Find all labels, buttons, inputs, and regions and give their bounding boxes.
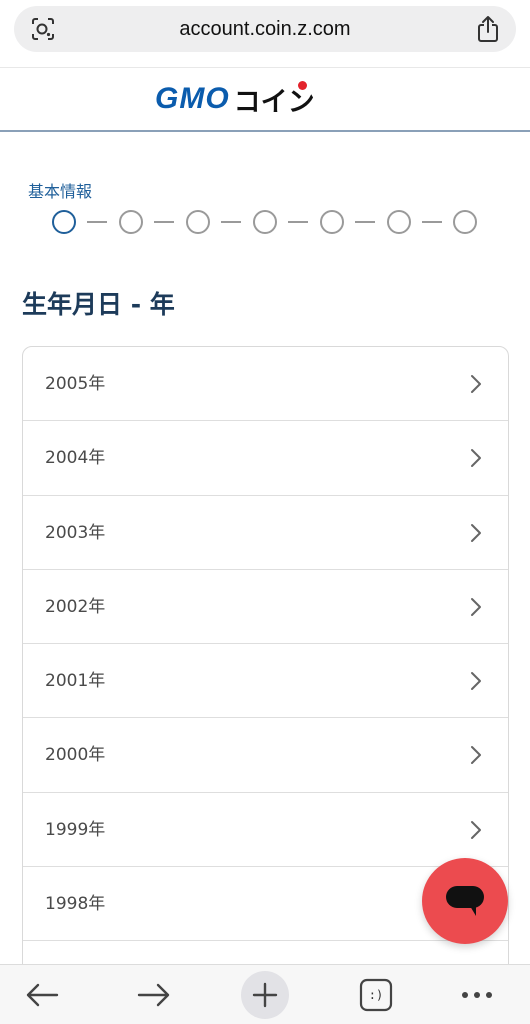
- chevron-right-icon: [471, 523, 481, 542]
- step-6-indicator: [387, 210, 411, 234]
- step-connector: [87, 221, 107, 223]
- step-1-indicator: [52, 210, 76, 234]
- chevron-right-icon: [471, 746, 481, 765]
- site-header: GMO コイン: [0, 68, 530, 132]
- year-label: 2004年: [45, 448, 106, 469]
- plus-icon: [252, 982, 278, 1008]
- chat-button[interactable]: [422, 858, 508, 944]
- year-option-2003[interactable]: 2003年: [23, 496, 508, 570]
- forward-button[interactable]: [132, 973, 176, 1017]
- year-option-2002[interactable]: 2002年: [23, 570, 508, 645]
- page-title: 生年月日 - 年: [22, 290, 175, 319]
- year-option-2000[interactable]: 2000年: [23, 718, 508, 793]
- back-button[interactable]: [20, 973, 64, 1017]
- tabs-button[interactable]: :): [354, 973, 398, 1017]
- year-label: 2003年: [45, 522, 106, 543]
- year-label: 2005年: [45, 374, 106, 394]
- year-label: 2001年: [45, 671, 106, 692]
- chat-bubble-icon: [446, 886, 484, 916]
- year-label: 1998年: [45, 894, 106, 915]
- step-connector: [154, 221, 174, 223]
- url-text[interactable]: account.coin.z.com: [74, 6, 456, 52]
- browser-bottom-toolbar: :): [0, 964, 530, 1024]
- step-connector: [221, 221, 241, 223]
- progress-stepper: [52, 210, 482, 236]
- browser-top-bar: account.coin.z.com: [0, 0, 530, 68]
- logo-gmo-text: GMO: [155, 82, 230, 115]
- step-connector: [288, 221, 308, 223]
- arrow-left-icon: [26, 983, 59, 1007]
- year-option-2005[interactable]: 2005年: [23, 347, 508, 422]
- step-label: 基本情報: [28, 182, 93, 201]
- year-option-2001[interactable]: 2001年: [23, 644, 508, 719]
- year-option-2004[interactable]: 2004年: [23, 421, 508, 496]
- year-option-1999[interactable]: 1999年: [23, 793, 508, 868]
- new-tab-button[interactable]: [241, 971, 289, 1019]
- step-2-indicator: [119, 210, 143, 234]
- step-7-indicator: [453, 210, 477, 234]
- more-dots-icon: [462, 992, 492, 998]
- step-4-indicator: [253, 210, 277, 234]
- arrow-right-icon: [137, 983, 170, 1007]
- logo-coin-text: コイン: [234, 80, 315, 119]
- logo-red-dot: [297, 80, 307, 90]
- year-label: 2002年: [45, 596, 106, 617]
- step-5-indicator: [320, 210, 344, 234]
- tab-count-label: :): [368, 988, 384, 1002]
- chevron-right-icon: [471, 597, 481, 616]
- year-label: 1999年: [45, 819, 106, 840]
- step-connector: [422, 221, 442, 223]
- step-3-indicator: [186, 210, 210, 234]
- chevron-right-icon: [471, 672, 481, 691]
- share-icon[interactable]: [476, 15, 500, 43]
- gmo-coin-logo[interactable]: GMO コイン: [155, 80, 315, 118]
- chevron-right-icon: [471, 449, 481, 468]
- lens-icon[interactable]: [30, 16, 56, 42]
- chevron-right-icon: [471, 375, 481, 393]
- step-connector: [355, 221, 375, 223]
- year-label: 2000年: [45, 745, 106, 766]
- address-bar[interactable]: account.coin.z.com: [14, 6, 516, 52]
- chevron-right-icon: [471, 820, 481, 839]
- more-button[interactable]: [455, 973, 499, 1017]
